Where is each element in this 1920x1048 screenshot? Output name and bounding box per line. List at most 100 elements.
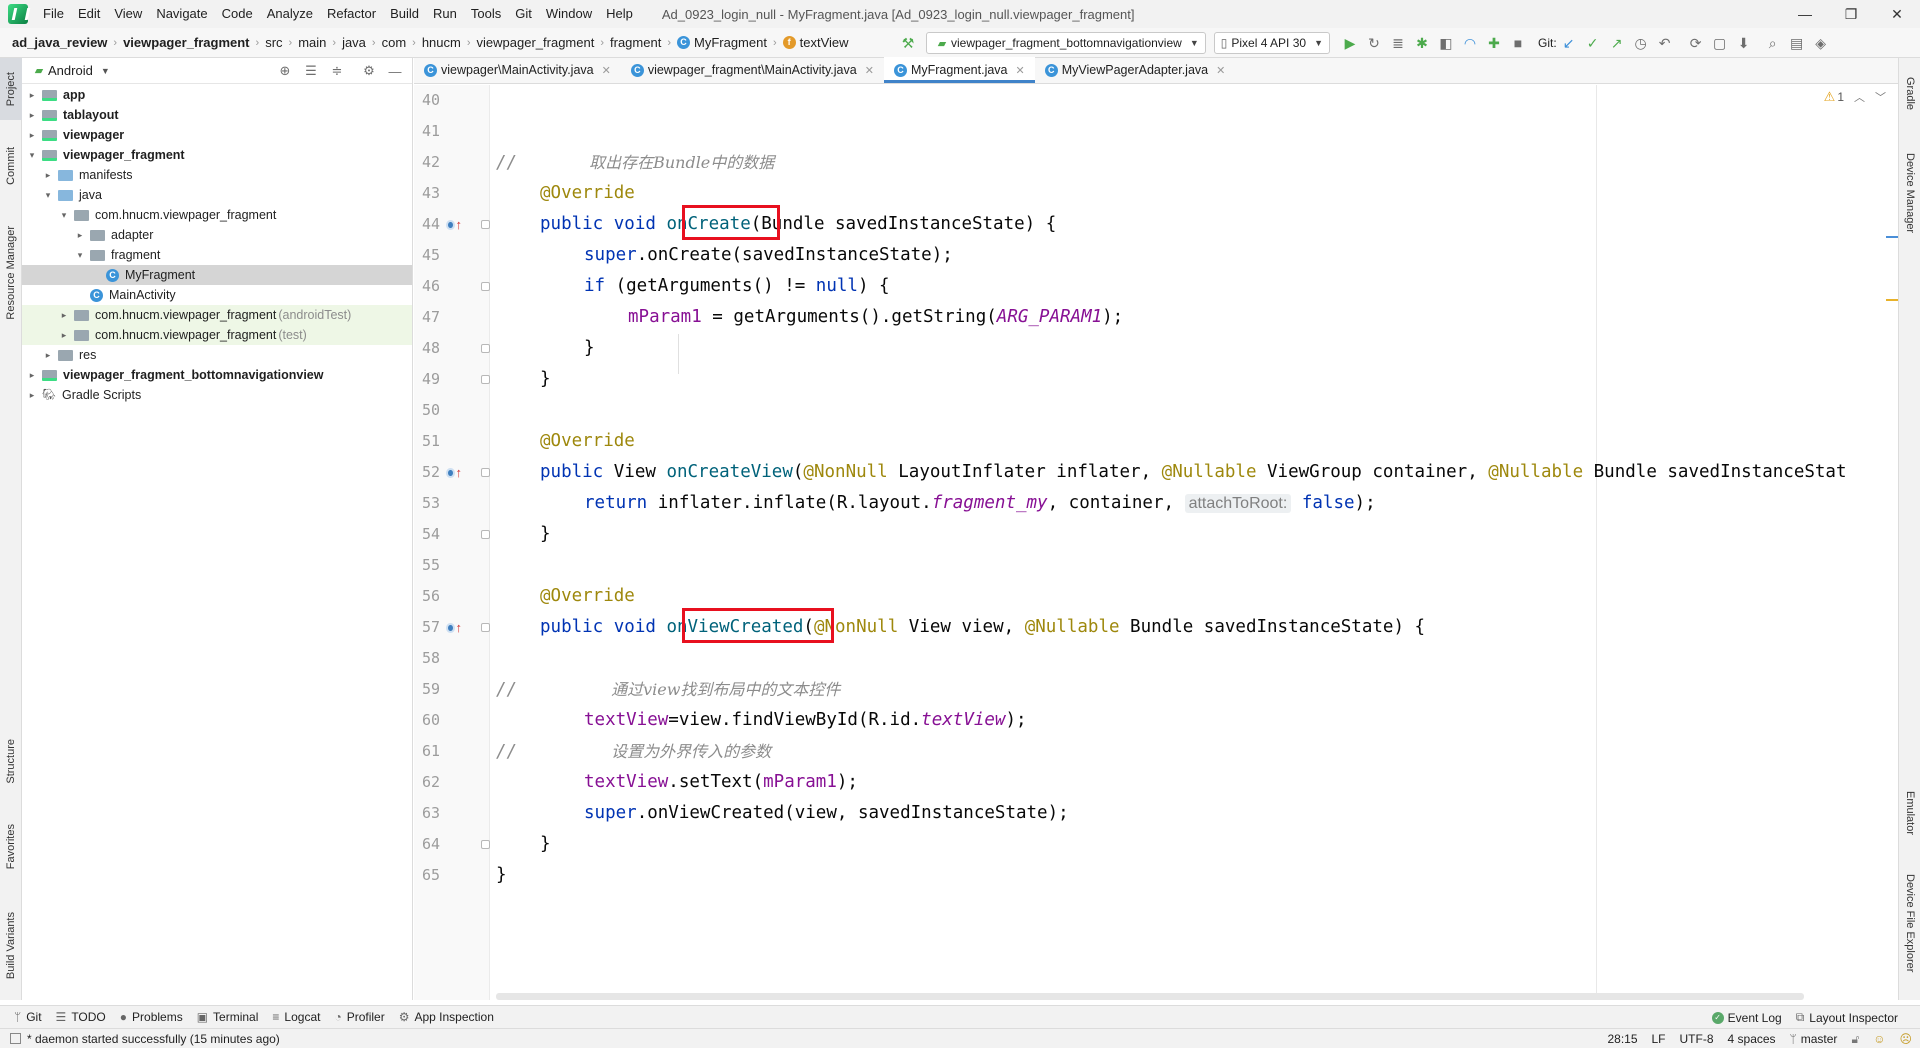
line-number[interactable]: 63 [414,798,440,829]
menu-code[interactable]: Code [215,0,260,28]
fold-marker-icon[interactable] [480,829,490,860]
tool-windows-toggle-icon[interactable] [10,1033,21,1044]
happy-face-icon[interactable]: ☺ [1873,1032,1885,1046]
fold-marker-icon[interactable] [480,519,490,550]
chevron-right-icon[interactable]: ▸ [42,170,54,181]
breadcrumb-hnucm[interactable]: hnucm [418,35,465,50]
menu-build[interactable]: Build [383,0,426,28]
tree-item[interactable]: ▾ viewpager_fragment [22,145,412,165]
tool-button-logcat[interactable]: ≡ Logcat [272,1010,320,1024]
stop-icon[interactable]: ■ [1507,32,1529,54]
avd-manager-icon[interactable]: ▢ [1709,32,1731,54]
tool-tab-build-variants[interactable]: Build Variants [0,898,22,994]
maximize-icon[interactable]: ❐ [1828,0,1874,28]
tool-button-todo[interactable]: ☰ TODO [56,1010,106,1024]
breadcrumb-fragment[interactable]: fragment [606,35,665,50]
line-number[interactable]: 48 [414,333,440,364]
code-editor[interactable]: 40 41 42 43 44 45 46 47 48 49 50 51 52 53 54 55 56 57 58 59… [414,85,1898,1000]
tree-item[interactable]: ▸ viewpager [22,125,412,145]
breadcrumb-field[interactable]: f textView [779,35,853,50]
tool-button-terminal[interactable]: ▣ Terminal [197,1010,259,1024]
line-number[interactable]: 58 [414,643,440,674]
breadcrumb-com[interactable]: com [378,35,411,50]
fold-marker-icon[interactable] [480,333,490,364]
editor-tab[interactable]: C MyViewPagerAdapter.java ✕ [1035,57,1236,83]
file-encoding[interactable]: UTF-8 [1680,1032,1714,1046]
chevron-right-icon[interactable]: ▸ [26,130,38,141]
tool-button-problems[interactable]: ● Problems [120,1010,183,1024]
tree-item[interactable]: ▾ java [22,185,412,205]
device-select[interactable]: ▯ Pixel 4 API 30 ▼ [1213,32,1330,54]
tool-tab-device-file-explorer[interactable]: Device File Explorer [1899,858,1920,988]
menu-analyze[interactable]: Analyze [260,0,320,28]
breadcrumb-main[interactable]: main [294,35,330,50]
gear-icon[interactable]: ⚙ [358,63,380,79]
build-hammer-icon[interactable]: ⚒ [897,32,919,54]
coverage-icon[interactable]: ◧ [1435,32,1457,54]
search-icon[interactable]: ⌕ [1762,32,1784,54]
tool-tab-gradle[interactable]: Gradle [1899,64,1920,124]
indent-setting[interactable]: 4 spaces [1728,1032,1776,1046]
tree-item[interactable]: ▸ adapter [22,225,412,245]
tree-item[interactable]: ▸ res [22,345,412,365]
line-number[interactable]: 65 [414,860,440,891]
tool-tab-project[interactable]: Project [0,58,22,120]
line-number[interactable]: 64 [414,829,440,860]
menu-help[interactable]: Help [599,0,640,28]
override-marker-icon[interactable]: ↑ [446,209,462,240]
run-config-select[interactable]: ▰ viewpager_fragment_bottomnavigationvie… [926,32,1206,54]
editor-tab[interactable]: Cviewpager\MainActivity.java ✕ [414,57,621,83]
line-number[interactable]: 40 [414,85,440,116]
tree-item[interactable]: ▸ com.hnucm.viewpager_fragment (androidTes… [22,305,412,325]
tree-item[interactable]: C MyFragment [22,265,412,285]
project-view-select[interactable]: ▰ Android ▼ [30,60,110,82]
chevron-right-icon[interactable]: ▸ [74,230,86,241]
override-marker-icon[interactable]: ↑ [446,612,462,643]
line-number[interactable]: 59 [414,674,440,705]
hide-panel-icon[interactable]: — [384,64,406,79]
caret-position[interactable]: 28:15 [1607,1032,1637,1046]
menu-window[interactable]: Window [539,0,599,28]
sdk-manager-icon[interactable]: ⬇ [1733,32,1755,54]
git-commit-icon[interactable]: ✓ [1582,32,1604,54]
fold-marker-icon[interactable] [480,612,490,643]
run-icon[interactable]: ▶ [1339,32,1361,54]
chevron-down-icon[interactable]: ▾ [42,190,54,201]
git-push-icon[interactable]: ↗ [1606,32,1628,54]
tree-item[interactable]: ▸ com.hnucm.viewpager_fragment (test) [22,325,412,345]
line-number[interactable]: 42 [414,147,440,178]
ide-logo-icon[interactable]: ◈ [1810,32,1832,54]
line-number[interactable]: 52 [414,457,440,488]
chevron-right-icon[interactable]: ▸ [42,350,54,361]
chevron-right-icon[interactable]: ▸ [26,370,38,381]
tree-item[interactable]: ▸ viewpager_fragment_bottomnavigationview [22,365,412,385]
chevron-down-icon[interactable]: ▾ [58,210,70,221]
breadcrumb-module[interactable]: viewpager_fragment [119,35,253,50]
tree-item[interactable]: C MainActivity [22,285,412,305]
line-number[interactable]: 44 [414,209,440,240]
tool-tab-structure[interactable]: Structure [0,726,22,796]
debug-icon[interactable]: ✱ [1411,32,1433,54]
git-history-icon[interactable]: ◷ [1630,32,1652,54]
line-separator[interactable]: LF [1652,1032,1666,1046]
tree-item[interactable]: ▾ com.hnucm.viewpager_fragment [22,205,412,225]
line-number[interactable]: 61 [414,736,440,767]
tree-item[interactable]: ▸ tablayout [22,105,412,125]
menu-navigate[interactable]: Navigate [149,0,214,28]
menu-edit[interactable]: Edit [71,0,107,28]
apply-changes-icon[interactable]: ↻ [1363,32,1385,54]
chevron-down-icon[interactable]: ▾ [74,250,86,261]
tree-item[interactable]: ▸ manifests [22,165,412,185]
profile-icon[interactable]: ◠ [1459,32,1481,54]
menu-view[interactable]: View [107,0,149,28]
sad-face-icon[interactable]: ☹ [1899,1032,1912,1046]
gradle-sync-icon[interactable]: ⟳ [1685,32,1707,54]
close-tab-icon[interactable]: ✕ [865,64,874,77]
fold-marker-icon[interactable] [480,209,490,240]
fold-marker-icon[interactable] [480,364,490,395]
chevron-right-icon[interactable]: ▸ [58,330,70,341]
code-area[interactable]: // 取出存在Bundle中的数据 @Override public void o… [494,85,1898,1000]
tree-item[interactable]: ▸ app [22,85,412,105]
tool-tab-device-manager[interactable]: Device Manager [1899,138,1920,248]
line-number[interactable]: 56 [414,581,440,612]
